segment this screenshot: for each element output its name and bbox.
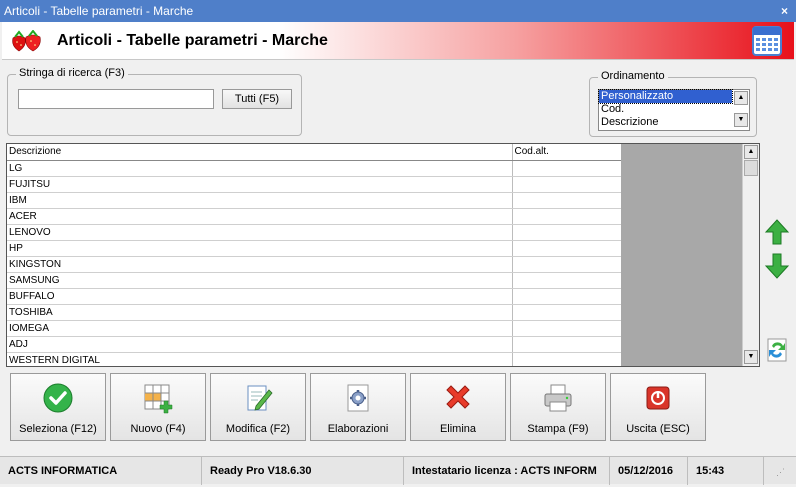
ordering-group: Ordinamento Personalizzato Cod. Descrizi… [589,70,757,137]
exit-icon [646,386,670,410]
window-title: Articoli - Tabelle parametri - Marche [4,4,194,18]
table-row[interactable]: ADJ [7,336,621,353]
cell-alt-code [512,304,621,321]
processing-button-label: Elaborazioni [327,423,389,435]
delete-button[interactable]: Elimina [410,373,506,441]
window-titlebar: Articoli - Tabelle parametri - Marche × [0,0,796,22]
table-row[interactable]: TOSHIBA [7,304,621,321]
table-row[interactable]: LG [7,160,621,177]
cell-alt-code [512,320,621,337]
cell-alt-code [512,336,621,353]
table-row[interactable]: ACER [7,208,621,225]
grid-vertical-scrollbar[interactable]: ▲ ▼ [742,144,759,366]
edit-icon [247,385,273,411]
table-row[interactable]: IOMEGA [7,320,621,337]
scroll-up-icon[interactable]: ▲ [744,145,758,159]
cell-description: FUJITSU [7,176,513,193]
cell-description: BUFFALO [7,288,513,305]
cell-description: IBM [7,192,513,209]
scroll-down-icon[interactable]: ▼ [734,113,748,127]
page-title: Articoli - Tabelle parametri - Marche [57,32,328,49]
edit-button-label: Modifica (F2) [225,423,291,435]
show-all-button[interactable]: Tutti (F5) [222,89,292,109]
table-row[interactable]: BUFFALO [7,288,621,305]
table-row[interactable]: KINGSTON [7,256,621,273]
gear-icon [347,384,369,412]
delete-icon [446,385,470,409]
processing-button[interactable]: Elaborazioni [310,373,406,441]
search-input[interactable] [18,89,214,109]
status-version: Ready Pro V18.6.30 [204,457,404,485]
refresh-icon[interactable] [764,336,790,364]
close-icon[interactable]: × [781,0,788,22]
cell-alt-code [512,288,621,305]
brands-table: Descrizione Cod.alt. LG FUJITSU IBM ACER… [7,144,621,366]
table-row[interactable]: LENOVO [7,224,621,241]
ordering-option[interactable]: Descrizione [599,116,732,129]
table-row[interactable]: IBM [7,192,621,209]
ordering-listbox[interactable]: Personalizzato Cod. Descrizione ▲ ▼ [598,89,750,131]
status-company: ACTS INFORMATICA [2,457,202,485]
search-label: Stringa di ricerca (F3) [16,67,128,79]
cell-description: TOSHIBA [7,304,513,321]
exit-button[interactable]: Uscita (ESC) [610,373,706,441]
printer-icon [544,384,572,412]
calendar-icon[interactable] [752,26,782,56]
print-button[interactable]: Stampa (F9) [510,373,606,441]
table-row[interactable]: WESTERN DIGITAL [7,352,621,366]
delete-button-label: Elimina [439,423,477,435]
status-time: 15:43 [690,457,764,485]
arrow-down-icon[interactable] [764,252,790,280]
cell-description: ACER [7,208,513,225]
cell-description: LG [7,160,513,177]
check-icon [43,383,73,413]
scroll-thumb[interactable] [744,160,758,176]
print-button-label: Stampa (F9) [527,423,589,435]
cell-description: WESTERN DIGITAL [7,352,513,366]
cell-description: IOMEGA [7,320,513,337]
new-button-label: Nuovo (F4) [130,423,186,435]
cell-alt-code [512,176,621,193]
new-grid-icon [144,384,173,414]
cell-description: ADJ [7,336,513,353]
table-row[interactable]: FUJITSU [7,176,621,193]
search-group: Stringa di ricerca (F3) Tutti (F5) [7,67,302,136]
status-bar: ACTS INFORMATICA Ready Pro V18.6.30 Inte… [0,456,796,485]
cell-description: KINGSTON [7,256,513,273]
strawberry-icon [12,30,41,52]
column-header-alt-code[interactable]: Cod.alt. [512,144,621,161]
cell-alt-code [512,352,621,366]
status-date: 05/12/2016 [612,457,688,485]
cell-alt-code [512,256,621,273]
scroll-down-icon[interactable]: ▼ [744,350,758,364]
cell-description: HP [7,240,513,257]
cell-description: LENOVO [7,224,513,241]
ordering-option[interactable]: Cod. [599,103,732,116]
column-header-description[interactable]: Descrizione [7,144,513,161]
cell-description: SAMSUNG [7,272,513,289]
cell-alt-code [512,208,621,225]
cell-alt-code [512,192,621,209]
resize-grip-icon[interactable]: ⋰ [776,467,786,477]
cell-alt-code [512,240,621,257]
cell-alt-code [512,160,621,177]
scroll-up-icon[interactable]: ▲ [734,91,748,105]
edit-button[interactable]: Modifica (F2) [210,373,306,441]
header-banner: Articoli - Tabelle parametri - Marche [2,22,794,60]
select-button[interactable]: Seleziona (F12) [10,373,106,441]
arrow-up-icon[interactable] [764,218,790,246]
table-row[interactable]: HP [7,240,621,257]
table-row[interactable]: SAMSUNG [7,272,621,289]
select-button-label: Seleziona (F12) [19,423,97,435]
brands-grid[interactable]: Descrizione Cod.alt. LG FUJITSU IBM ACER… [6,143,760,367]
status-license: Intestatario licenza : ACTS INFORM [406,457,610,485]
cell-alt-code [512,272,621,289]
exit-button-label: Uscita (ESC) [626,423,690,435]
new-button[interactable]: Nuovo (F4) [110,373,206,441]
ordering-option[interactable]: Personalizzato [598,89,733,104]
cell-alt-code [512,224,621,241]
ordering-scrollbar[interactable]: ▲ ▼ [733,90,749,130]
ordering-label: Ordinamento [598,70,668,82]
